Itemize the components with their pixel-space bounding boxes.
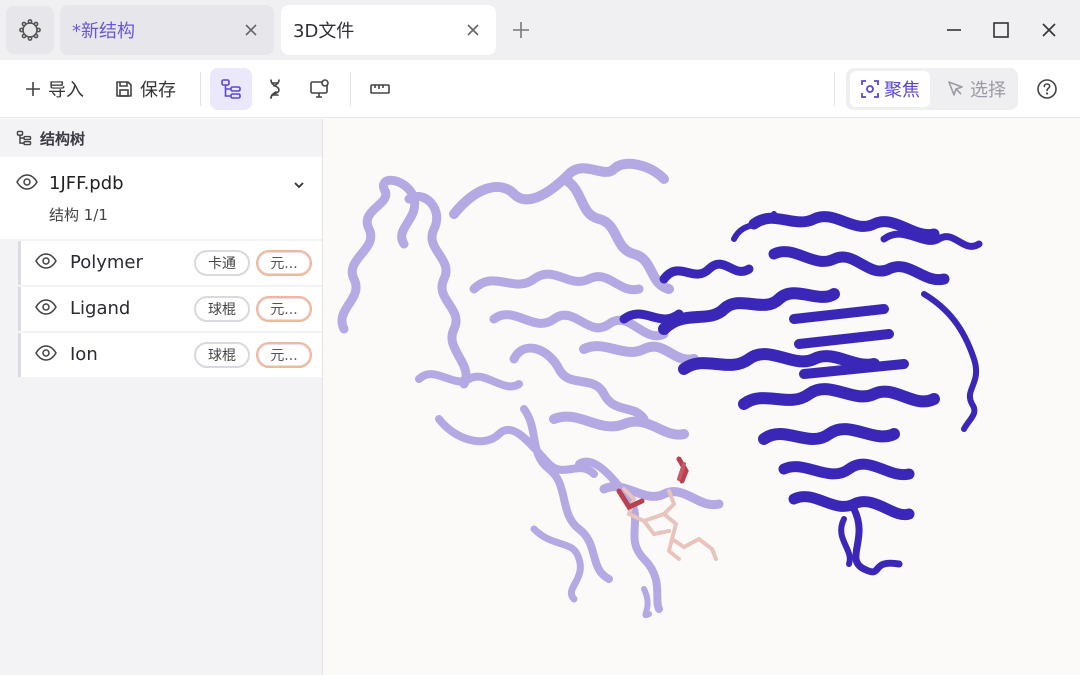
app-logo-icon [19, 19, 41, 41]
panel-header: 结构树 [0, 119, 322, 157]
visibility-toggle[interactable] [35, 253, 57, 273]
component-name: Polymer [70, 252, 143, 273]
representation-selector[interactable]: 球棍 [194, 342, 250, 368]
plus-icon [26, 82, 40, 96]
eye-icon [35, 345, 57, 361]
component-name: Ion [70, 344, 98, 365]
minimize-button[interactable] [938, 14, 970, 46]
display-settings-icon [310, 79, 329, 98]
component-row-ligand[interactable]: Ligand 球棍 元... [18, 287, 322, 331]
title-bar: *新结构 3D文件 [0, 0, 1080, 60]
save-icon [116, 81, 132, 97]
maximize-icon [993, 22, 1009, 38]
protein-structure-render [337, 158, 983, 619]
tab-label: 3D文件 [293, 21, 355, 42]
close-icon [467, 24, 479, 36]
polymer-chain-light [337, 158, 724, 619]
save-label: 保存 [140, 80, 176, 101]
help-button[interactable] [1032, 74, 1062, 104]
structure-file-item[interactable]: 1JFF.pdb 结构 1/1 [0, 157, 322, 239]
help-icon [1037, 79, 1057, 99]
display-settings-button[interactable] [299, 68, 341, 110]
structure-tree-button[interactable] [210, 68, 252, 110]
toolbar-divider [834, 72, 835, 106]
dna-icon [270, 79, 280, 99]
eye-icon [35, 299, 57, 315]
measure-button[interactable] [359, 68, 401, 110]
visibility-toggle[interactable] [16, 174, 38, 194]
select-mode-label: 选择 [970, 80, 1006, 101]
component-row-polymer[interactable]: Polymer 卡通 元... [18, 241, 322, 285]
visibility-toggle[interactable] [35, 345, 57, 365]
tab-new-structure[interactable]: *新结构 [60, 5, 274, 55]
color-scheme-selector[interactable]: 元... [256, 250, 312, 276]
sequence-button[interactable] [254, 68, 296, 110]
color-scheme-selector[interactable]: 元... [256, 342, 312, 368]
maximize-button[interactable] [985, 14, 1017, 46]
chevron-down-icon [294, 182, 304, 189]
close-icon [1042, 23, 1056, 37]
focus-mode-label: 聚焦 [884, 80, 920, 101]
structure-tree-icon [221, 79, 241, 99]
component-name: Ligand [70, 298, 131, 319]
interaction-mode-switch: 聚焦 选择 [846, 68, 1018, 110]
molecule-3d-viewport[interactable] [324, 119, 1080, 675]
panel-title: 结构树 [40, 129, 86, 148]
representation-selector[interactable]: 球棍 [194, 296, 250, 322]
tab-close-button[interactable] [462, 19, 484, 41]
file-name: 1JFF.pdb [49, 173, 124, 194]
tab-label: *新结构 [72, 21, 135, 42]
eye-icon [16, 174, 38, 190]
tab-close-button[interactable] [240, 19, 262, 41]
save-button[interactable]: 保存 [106, 69, 184, 109]
toolbar-divider [200, 72, 201, 106]
eye-icon [35, 253, 57, 269]
toolbar-divider [350, 72, 351, 106]
component-row-ion[interactable]: Ion 球棍 元... [18, 333, 322, 377]
visibility-toggle[interactable] [35, 299, 57, 319]
toolbar: 导入 保存 聚焦 选择 [0, 60, 1080, 118]
representation-selector[interactable]: 卡通 [194, 250, 250, 276]
structure-count: 结构 1/1 [49, 206, 108, 224]
new-tab-button[interactable] [506, 15, 536, 45]
plus-icon [513, 22, 529, 38]
close-icon [245, 24, 257, 36]
import-label: 导入 [48, 80, 84, 101]
structure-tree-icon [16, 130, 32, 146]
expand-toggle[interactable] [292, 177, 306, 196]
cursor-arrow-icon [948, 81, 963, 96]
polymer-chain-dark [619, 211, 983, 576]
select-mode-button[interactable]: 选择 [936, 71, 1016, 107]
app-menu-button[interactable] [6, 6, 54, 54]
minimize-icon [947, 29, 961, 31]
structure-tree-panel: 结构树 1JFF.pdb 结构 1/1 Polymer 卡通 元... Liga… [0, 119, 323, 675]
import-button[interactable]: 导入 [16, 69, 92, 109]
tab-3d-file[interactable]: 3D文件 [281, 5, 496, 55]
ruler-icon [370, 84, 390, 94]
focus-icon [861, 80, 879, 98]
focus-mode-button[interactable]: 聚焦 [850, 71, 930, 107]
color-scheme-selector[interactable]: 元... [256, 296, 312, 322]
close-window-button[interactable] [1033, 14, 1065, 46]
